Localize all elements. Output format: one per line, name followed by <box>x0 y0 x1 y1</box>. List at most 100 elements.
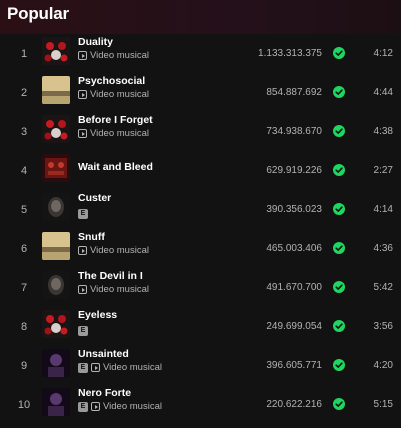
play-count: 629.919.226 <box>266 165 322 176</box>
album-art <box>42 310 70 338</box>
track-duration: 4:44 <box>373 87 393 98</box>
music-video-icon <box>78 246 87 255</box>
album-art <box>42 154 70 182</box>
track-subline: E <box>78 325 88 336</box>
play-count: 220.622.216 <box>266 399 322 410</box>
track-subline: Video musical <box>78 284 149 295</box>
section-title: Popular <box>7 4 69 23</box>
track-rank: 4 <box>20 164 28 177</box>
album-art <box>42 193 70 221</box>
track-duration: 5:42 <box>373 282 393 293</box>
track-rank: 9 <box>20 359 28 372</box>
track-subline: Video musical <box>78 50 149 61</box>
album-art <box>42 349 70 377</box>
saved-check-icon[interactable] <box>333 398 345 410</box>
track-duration: 4:36 <box>373 243 393 254</box>
album-art <box>42 115 70 143</box>
music-video-icon <box>78 51 87 60</box>
saved-check-icon[interactable] <box>333 242 345 254</box>
album-art <box>42 271 70 299</box>
music-video-label[interactable]: Video musical <box>90 284 149 295</box>
saved-check-icon[interactable] <box>333 47 345 59</box>
music-video-label[interactable]: Video musical <box>90 89 149 100</box>
track-title[interactable]: Unsainted <box>78 348 129 360</box>
track-title[interactable]: Nero Forte <box>78 387 131 399</box>
music-video-label[interactable]: Video musical <box>90 245 149 256</box>
music-video-label[interactable]: Video musical <box>103 362 162 373</box>
track-row[interactable]: 4 Wait and Bleed 629.919.226 2:27 <box>0 151 401 190</box>
track-title[interactable]: Duality <box>78 36 113 48</box>
track-rank: 10 <box>17 398 31 411</box>
track-subline: Video musical <box>78 89 149 100</box>
track-rank: 7 <box>20 281 28 294</box>
track-title[interactable]: Before I Forget <box>78 114 153 126</box>
track-duration: 4:12 <box>373 48 393 59</box>
music-video-icon <box>78 129 87 138</box>
track-subline: E <box>78 208 88 219</box>
track-subline: E Video musical <box>78 401 162 412</box>
track-row[interactable]: 9 Unsainted E Video musical 396.605.771 4:20 <box>0 346 401 385</box>
track-title[interactable]: The Devil in I <box>78 270 143 282</box>
saved-check-icon[interactable] <box>333 86 345 98</box>
track-row[interactable]: 6 Snuff Video musical 465.003.406 4:36 <box>0 229 401 268</box>
music-video-icon <box>78 285 87 294</box>
track-subline: E Video musical <box>78 362 162 373</box>
track-row[interactable]: 5 Custer E 390.356.023 4:14 <box>0 190 401 229</box>
play-count: 390.356.023 <box>266 204 322 215</box>
track-row[interactable]: 7 The Devil in I Video musical 491.670.700 5… <box>0 268 401 307</box>
track-subline: Video musical <box>78 128 149 139</box>
play-count: 491.670.700 <box>266 282 322 293</box>
track-title[interactable]: Eyeless <box>78 309 117 321</box>
track-duration: 4:20 <box>373 360 393 371</box>
track-row[interactable]: 3 Before I Forget Video musical 734.938.670… <box>0 112 401 151</box>
album-art <box>42 388 70 416</box>
play-count: 249.699.054 <box>266 321 322 332</box>
track-duration: 4:38 <box>373 126 393 137</box>
saved-check-icon[interactable] <box>333 320 345 332</box>
track-duration: 5:15 <box>373 399 393 410</box>
track-duration: 2:27 <box>373 165 393 176</box>
track-rank: 6 <box>20 242 28 255</box>
track-subline: Video musical <box>78 245 149 256</box>
track-rank: 1 <box>20 47 28 60</box>
music-video-icon <box>91 363 100 372</box>
track-title[interactable]: Snuff <box>78 231 105 243</box>
track-rank: 8 <box>20 320 28 333</box>
track-duration: 3:56 <box>373 321 393 332</box>
play-count: 734.938.670 <box>266 126 322 137</box>
album-art <box>42 232 70 260</box>
track-title[interactable]: Custer <box>78 192 111 204</box>
section-header: Popular <box>0 0 401 34</box>
saved-check-icon[interactable] <box>333 164 345 176</box>
popular-tracks-panel: Popular 1 Duality Video musical 1.133.313.3… <box>0 0 401 428</box>
track-title[interactable]: Psychosocial <box>78 75 145 87</box>
saved-check-icon[interactable] <box>333 281 345 293</box>
track-row[interactable]: 8 Eyeless E 249.699.054 3:56 <box>0 307 401 346</box>
music-video-label[interactable]: Video musical <box>90 128 149 139</box>
saved-check-icon[interactable] <box>333 125 345 137</box>
play-count: 1.133.313.375 <box>258 48 322 59</box>
explicit-badge: E <box>78 362 88 373</box>
explicit-badge: E <box>78 401 88 412</box>
track-rank: 3 <box>20 125 28 138</box>
album-art <box>42 37 70 65</box>
music-video-label[interactable]: Video musical <box>103 401 162 412</box>
play-count: 396.605.771 <box>266 360 322 371</box>
explicit-badge: E <box>78 208 88 219</box>
explicit-badge: E <box>78 325 88 336</box>
track-list: 1 Duality Video musical 1.133.313.375 4:12 2 P… <box>0 34 401 424</box>
album-art <box>42 76 70 104</box>
track-rank: 2 <box>20 86 28 99</box>
music-video-label[interactable]: Video musical <box>90 50 149 61</box>
track-duration: 4:14 <box>373 204 393 215</box>
play-count: 465.003.406 <box>266 243 322 254</box>
saved-check-icon[interactable] <box>333 359 345 371</box>
music-video-icon <box>91 402 100 411</box>
track-rank: 5 <box>20 203 28 216</box>
track-row[interactable]: 1 Duality Video musical 1.133.313.375 4:12 <box>0 34 401 73</box>
track-row[interactable]: 2 Psychosocial Video musical 854.887.692 4:4… <box>0 73 401 112</box>
track-row[interactable]: 10 Nero Forte E Video musical 220.622.216 5:1… <box>0 385 401 424</box>
track-title[interactable]: Wait and Bleed <box>78 161 153 173</box>
play-count: 854.887.692 <box>266 87 322 98</box>
saved-check-icon[interactable] <box>333 203 345 215</box>
